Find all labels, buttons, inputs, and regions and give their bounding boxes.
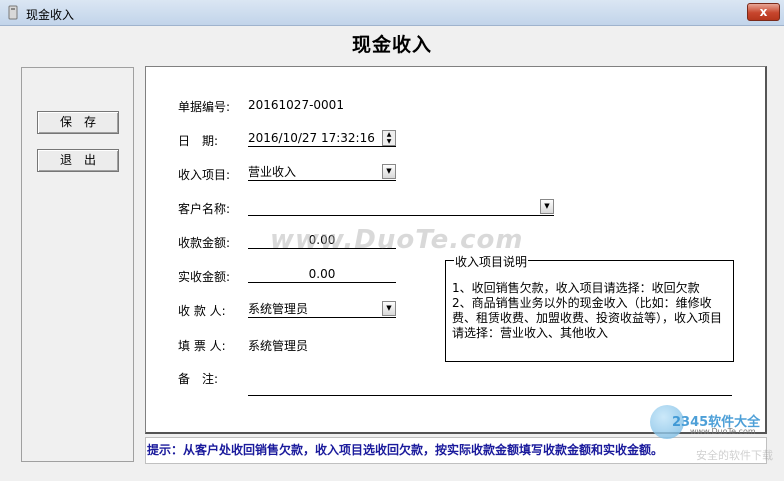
income-item-label: 收入项目: [178,168,231,182]
income-item-select[interactable]: 营业收入 ▼ [248,164,396,181]
income-item-value: 营业收入 [248,165,297,179]
info-line-1: 1、收回销售欠款，收入项目请选择：收回欠款 [452,281,700,295]
window-title: 现金收入 [26,8,75,22]
info-text: 1、收回销售欠款，收入项目请选择：收回欠款 2、商品销售业务以外的现金收入（比如… [452,281,732,341]
customer-label: 客户名称: [178,202,231,216]
title-bar: 现金收入 x [0,0,784,26]
duote-watermark: www.DuoTe.com [270,225,524,255]
hint-bar: 提示：从客户处收回销售欠款，收入项目选收回欠款，按实际收款金额填写收款金额和实收… [145,437,767,464]
doc-no-label: 单据编号: [178,100,231,114]
app-icon [8,5,18,20]
income-item-info-box: 收入项目说明 1、收回销售欠款，收入项目请选择：收回欠款 2、商品销售业务以外的… [445,253,734,362]
close-icon: x [759,5,768,19]
date-field[interactable]: 2016/10/27 17:32:16 ▲ ▼ [248,130,396,147]
chevron-down-icon[interactable]: ▼ [382,301,396,316]
remark-input[interactable] [248,379,732,396]
received-input[interactable]: 0.00 [248,266,396,283]
exit-button[interactable]: 退出 [37,149,119,172]
close-button[interactable]: x [747,3,780,21]
logo-url: www.DuoTe.com [690,427,756,436]
remark-label: 备 注: [178,372,219,386]
chevron-down-icon[interactable]: ▼ [382,164,396,179]
date-label: 日 期: [178,134,219,148]
chevron-down-icon[interactable]: ▼ [540,199,554,214]
date-value: 2016/10/27 17:32:16 [248,131,375,145]
customer-select[interactable]: ▼ [248,199,554,216]
payee-value: 系统管理员 [248,302,309,316]
filler-value: 系统管理员 [248,339,309,353]
filler-label: 填 票 人: [178,339,226,353]
save-button[interactable]: 保存 [37,111,119,134]
receivable-label: 收款金额: [178,236,231,250]
logo-tagline: 安全的软件下载 [696,449,773,462]
received-label: 实收金额: [178,270,231,284]
page-title: 现金收入 [351,34,432,56]
info-line-2: 2、商品销售业务以外的现金收入（比如：维修收费、租赁收费、加盟收费、投资收益等）… [452,296,723,340]
left-panel: 保存 退出 [21,67,134,462]
info-title: 收入项目说明 [454,253,529,270]
payee-select[interactable]: 系统管理员 ▼ [248,301,396,318]
doc-no-value: 20161027-0001 [248,98,344,112]
spinner-icon[interactable]: ▲ ▼ [382,130,396,146]
payee-label: 收 款 人: [178,304,226,318]
